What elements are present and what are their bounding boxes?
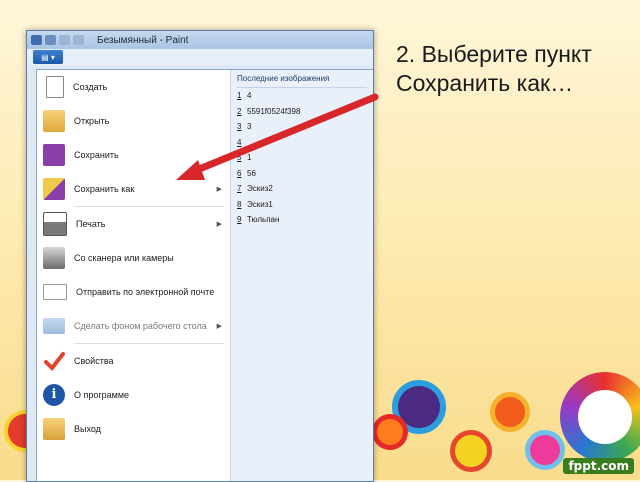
arrow-shaft: [188, 93, 379, 176]
pointer-arrow: [176, 93, 379, 180]
arrow-head: [176, 160, 205, 180]
